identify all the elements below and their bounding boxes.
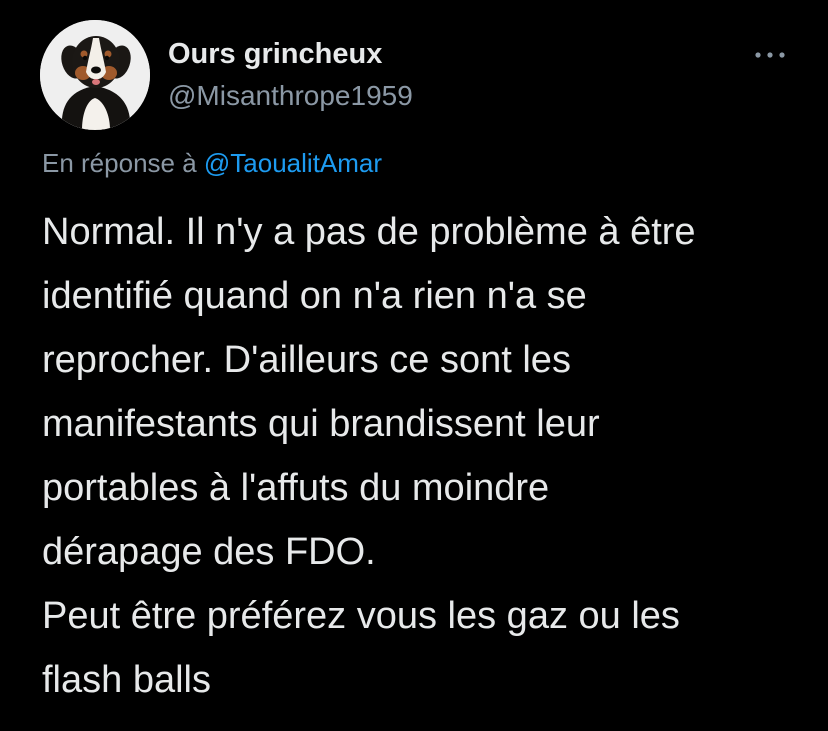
more-horizontal-icon <box>755 52 785 58</box>
reply-mention-link[interactable]: @TaoualitAmar <box>204 148 382 178</box>
avatar[interactable] <box>40 20 150 130</box>
tweet-text-line: portables à l'affuts du moindre <box>42 467 550 509</box>
reply-prefix: En réponse à <box>42 148 197 178</box>
tweet-text-line: flash balls <box>42 659 211 701</box>
reply-context: En réponse à @TaoualitAmar <box>42 148 382 179</box>
tweet-text-line: manifestants qui brandissent leur <box>42 403 600 445</box>
more-options-button[interactable] <box>748 40 792 70</box>
tweet-text-line: identifié quand on n'a rien n'a se <box>42 275 587 317</box>
user-handle[interactable]: @Misanthrope1959 <box>168 80 413 112</box>
tweet-text-line: Normal. Il n'y a pas de problème à être <box>42 211 696 253</box>
tweet-text-line: dérapage des FDO. <box>42 531 376 573</box>
display-name[interactable]: Ours grincheux <box>168 38 382 71</box>
bernese-dog-avatar-icon <box>40 20 150 130</box>
tweet-text: Normal. Il n'y a pas de problème à être … <box>42 200 812 712</box>
tweet-text-line: Peut être préférez vous les gaz ou les <box>42 595 680 637</box>
tweet: Ours grincheux @Misanthrope1959 En répon… <box>0 0 828 731</box>
tweet-text-line: reprocher. D'ailleurs ce sont les <box>42 339 571 381</box>
